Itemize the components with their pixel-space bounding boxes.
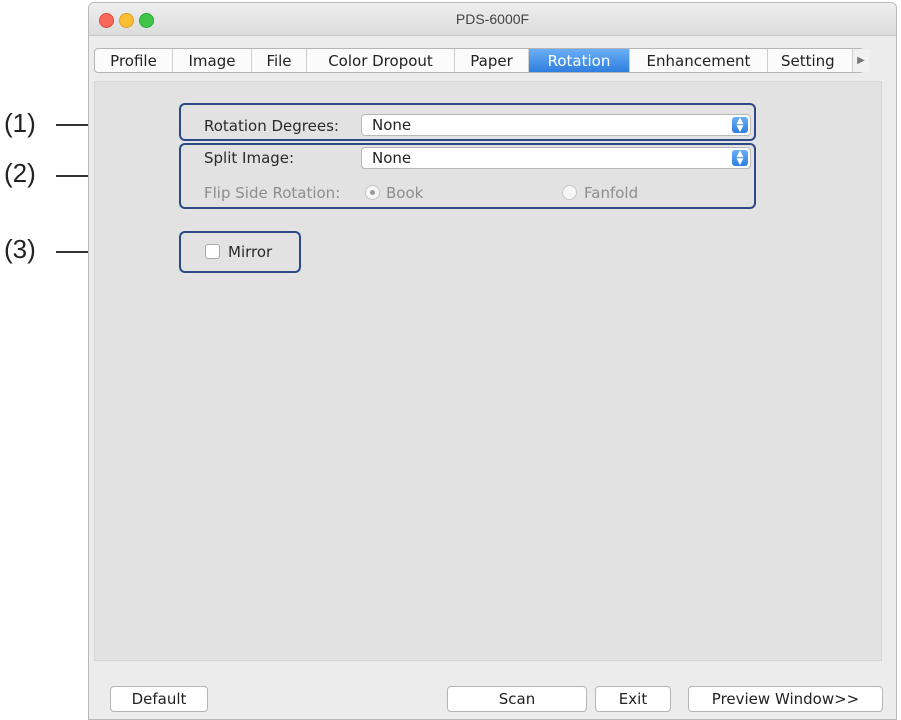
- tab-file[interactable]: File: [252, 49, 307, 72]
- split-image-label: Split Image:: [204, 149, 295, 167]
- exit-button[interactable]: Exit: [595, 686, 671, 712]
- tab-image[interactable]: Image: [173, 49, 252, 72]
- tab-setting[interactable]: Setting: [768, 49, 863, 72]
- scan-button[interactable]: Scan: [447, 686, 587, 712]
- rotation-degrees-label: Rotation Degrees:: [204, 117, 339, 135]
- rotation-degrees-select[interactable]: None ▲ ▼: [361, 114, 751, 136]
- tab-paper[interactable]: Paper: [455, 49, 529, 72]
- flip-side-fanfold-label: Fanfold: [584, 184, 639, 202]
- tab-scroll-right-button[interactable]: ▶: [852, 49, 869, 72]
- tab-color-dropout[interactable]: Color Dropout: [307, 49, 455, 72]
- callout-3-label: (3): [4, 234, 36, 264]
- tab-rotation[interactable]: Rotation: [529, 49, 630, 72]
- chevron-up-down-icon: ▲ ▼: [732, 150, 748, 167]
- tab-enhancement[interactable]: Enhancement: [630, 49, 768, 72]
- radio-selected-dot: [370, 190, 375, 195]
- chevron-up-down-icon: ▲ ▼: [732, 117, 748, 134]
- title-bar: PDS-6000F: [89, 3, 896, 36]
- mirror-checkbox[interactable]: [205, 244, 220, 259]
- default-button[interactable]: Default: [110, 686, 208, 712]
- mirror-label: Mirror: [228, 243, 273, 261]
- split-image-select[interactable]: None ▲ ▼: [361, 147, 751, 169]
- callout-1-label: (1): [4, 108, 36, 138]
- preview-window-button[interactable]: Preview Window>>: [688, 686, 883, 712]
- flip-side-fanfold-radio[interactable]: [562, 185, 577, 200]
- callout-2-label: (2): [4, 158, 36, 188]
- right-arrow-icon: ▶: [857, 55, 865, 66]
- rotation-degrees-value: None: [372, 116, 412, 134]
- settings-tab-bar: Profile Image File Color Dropout Paper R…: [94, 48, 864, 73]
- window-title: PDS-6000F: [455, 11, 530, 27]
- tab-profile[interactable]: Profile: [95, 49, 173, 72]
- scanner-settings-window: PDS-6000F Profile Image File Color Dropo…: [88, 2, 897, 720]
- split-image-value: None: [372, 149, 412, 167]
- flip-side-book-label: Book: [386, 184, 424, 202]
- flip-side-rotation-label: Flip Side Rotation:: [204, 184, 341, 202]
- flip-side-book-radio[interactable]: [365, 185, 380, 200]
